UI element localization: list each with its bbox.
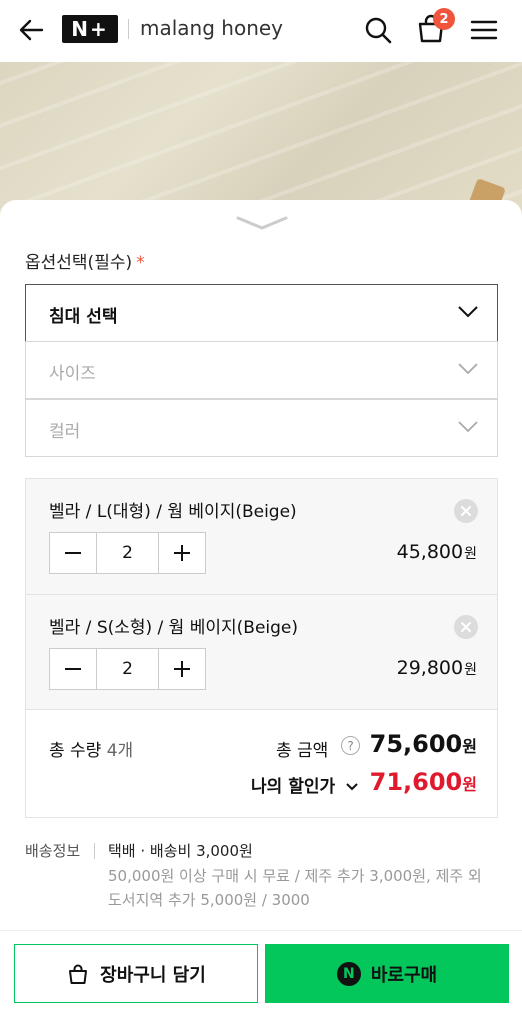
quantity-value[interactable]: 2 — [96, 533, 159, 573]
nplus-logo[interactable]: N+ — [62, 15, 118, 43]
header: N+ malang honey 2 — [0, 0, 522, 62]
option-label: 옵션선택(필수) * — [25, 253, 145, 273]
search-icon[interactable] — [362, 14, 394, 46]
brand-name[interactable]: malang honey — [140, 16, 283, 40]
logo-divider — [128, 19, 129, 39]
quantity-stepper: 2 — [49, 532, 206, 574]
buy-now-button[interactable]: N 바로구매 — [265, 944, 509, 1003]
product-image — [0, 62, 522, 226]
quantity-value[interactable]: 2 — [96, 649, 159, 689]
discount-price: 71,600원 — [369, 768, 477, 796]
shipping-label: 배송정보 — [25, 842, 81, 860]
increase-button[interactable] — [159, 649, 205, 689]
selected-items: 벨라 / L(대형) / 웜 베이지(Beige) 2 45,800원 벨라 /… — [25, 478, 498, 818]
remove-item-icon[interactable] — [454, 499, 478, 523]
total-amount: 75,600원 — [369, 730, 477, 758]
item-name: 벨라 / L(대형) / 웜 베이지(Beige) — [49, 502, 297, 522]
increase-button[interactable] — [159, 533, 205, 573]
sheet-collapse-icon[interactable] — [236, 214, 288, 230]
chevron-down-icon — [458, 306, 478, 318]
item-name: 벨라 / S(소형) / 웜 베이지(Beige) — [49, 618, 299, 638]
shopping-bag-icon — [69, 964, 88, 984]
chevron-down-icon — [346, 783, 358, 791]
bed-select[interactable]: 침대 선택 — [25, 284, 498, 342]
option-sheet: 옵션선택(필수) * 침대 선택 사이즈 컬러 벨라 / L(대형) / 웜 베이… — [0, 200, 522, 1024]
size-select[interactable]: 사이즈 — [25, 341, 498, 399]
remove-item-icon[interactable] — [454, 615, 478, 639]
menu-icon[interactable] — [468, 14, 500, 46]
shipping-fee: 택배 · 배송비 3,000원 — [108, 842, 253, 860]
item-price: 29,800원 — [396, 657, 477, 679]
cart-item: 벨라 / S(소형) / 웜 베이지(Beige) 2 29,800원 — [26, 594, 497, 709]
quantity-stepper: 2 — [49, 648, 206, 690]
decrease-button[interactable] — [50, 649, 96, 689]
chevron-down-icon — [458, 421, 478, 433]
required-mark: * — [136, 253, 145, 273]
cart-item: 벨라 / L(대형) / 웜 베이지(Beige) 2 45,800원 — [26, 479, 497, 594]
divider — [0, 930, 522, 931]
shipping-detail: 50,000원 이상 구매 시 무료 / 제주 추가 3,000원, 제주 외 … — [108, 867, 482, 909]
color-select[interactable]: 컬러 — [25, 399, 498, 457]
order-total: 총 수량 4개 총 금액 ? 75,600원 나의 할인가 71,600원 — [26, 709, 497, 817]
divider — [94, 843, 95, 859]
chevron-down-icon — [458, 363, 478, 375]
total-quantity: 총 수량 4개 — [49, 741, 134, 761]
decrease-button[interactable] — [50, 533, 96, 573]
discount-toggle[interactable]: 나의 할인가 — [251, 772, 359, 797]
naver-pay-icon: N — [336, 961, 361, 986]
add-to-cart-button[interactable]: 장바구니 담기 — [14, 944, 258, 1003]
item-price: 45,800원 — [396, 541, 477, 563]
total-amount-label: 총 금액 — [276, 741, 329, 761]
help-icon[interactable]: ? — [341, 736, 360, 755]
cart-count-badge: 2 — [433, 8, 455, 30]
back-arrow-icon[interactable] — [16, 14, 48, 46]
